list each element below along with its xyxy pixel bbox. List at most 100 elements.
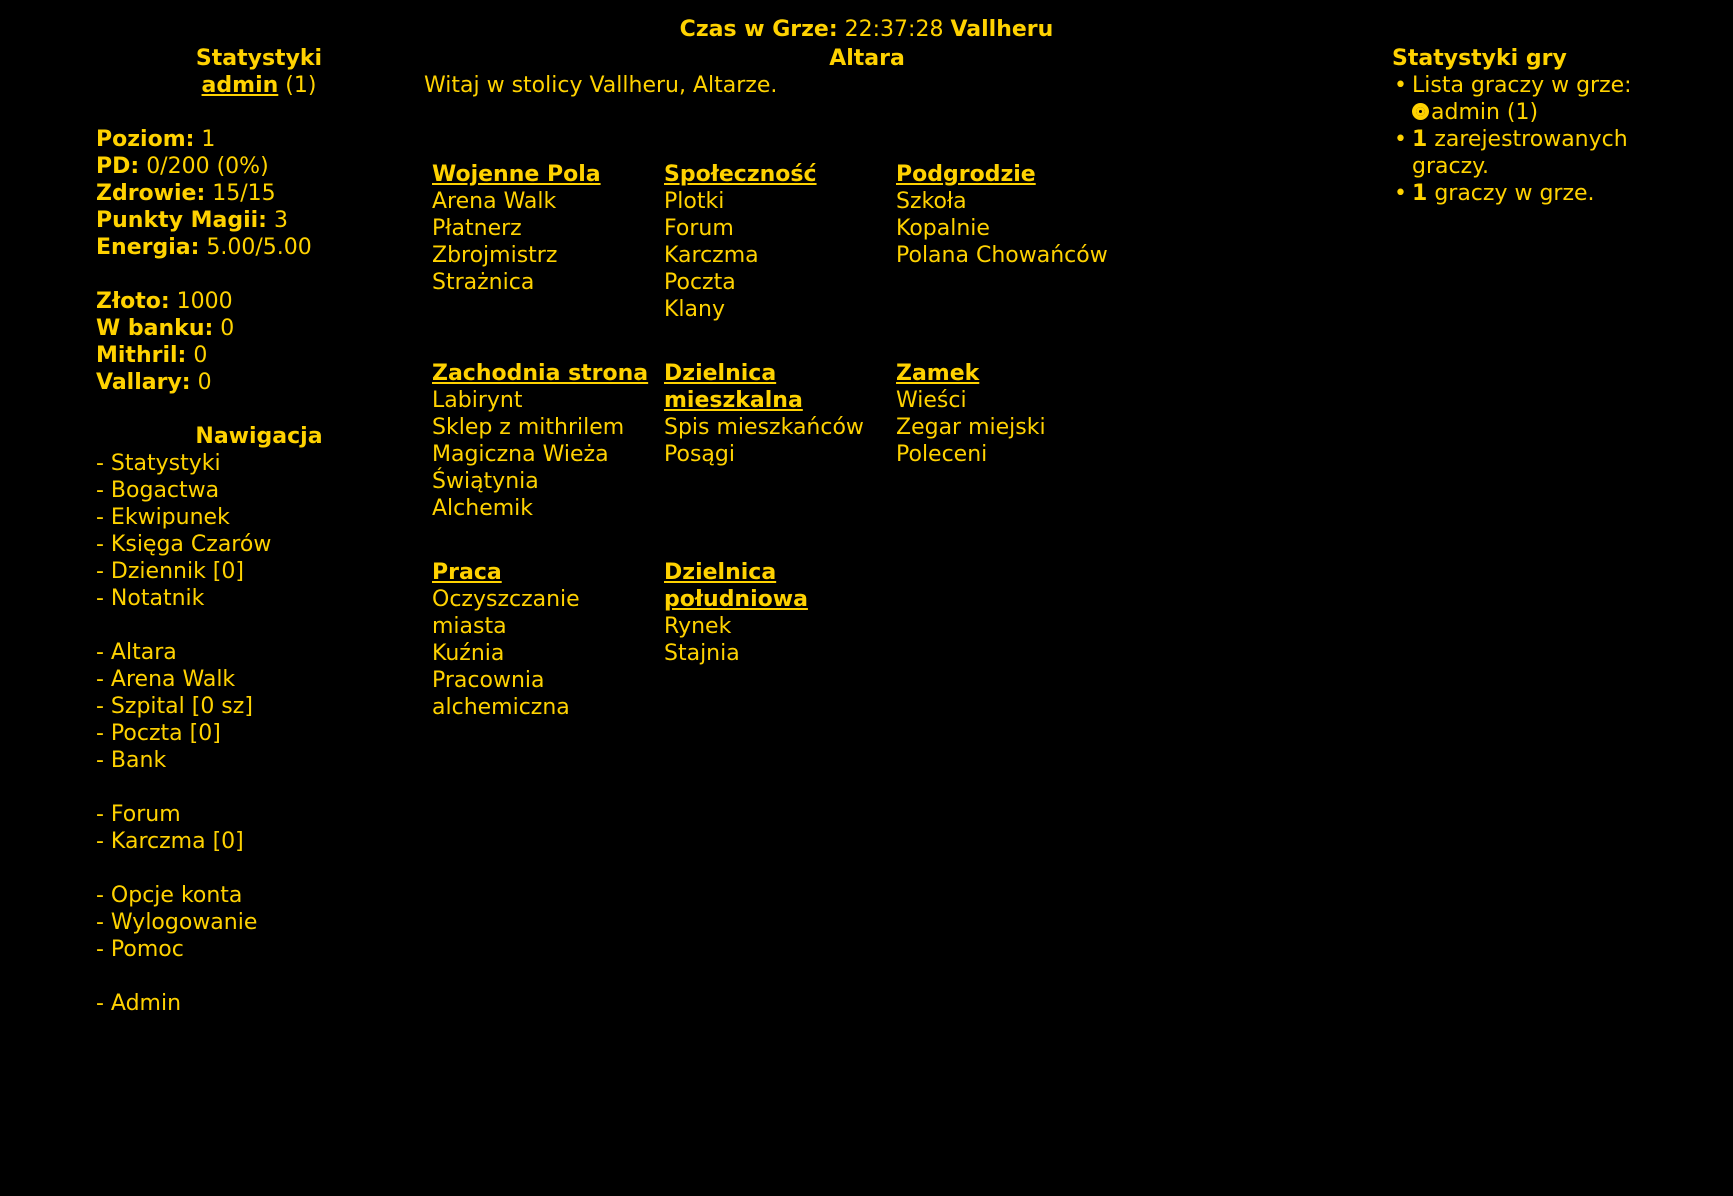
district-heading-link[interactable]: Praca xyxy=(432,559,657,586)
district-item-link[interactable]: Forum xyxy=(664,215,889,242)
stat-value: 15/15 xyxy=(212,181,276,206)
district-heading-link[interactable]: Zamek xyxy=(896,360,1121,387)
stats-heading: Statystyki xyxy=(195,46,323,71)
district-item-link[interactable]: Spis mieszkańców xyxy=(664,414,889,441)
district-item-link[interactable]: Wieści xyxy=(896,387,1121,414)
left-sidebar: Statystyki admin (1) Poziom: 1 PD: 0/200 … xyxy=(96,45,436,1017)
stat-label: Energia: xyxy=(96,235,200,260)
district-item-link[interactable]: Strażnica xyxy=(432,269,657,296)
district-item-link[interactable]: Magiczna Wieża xyxy=(432,441,657,468)
district-heading-link[interactable]: mieszkalna xyxy=(664,387,889,414)
district-block: Wojenne Pola Arena Walk Płatnerz Zbrojmistr… xyxy=(432,161,657,296)
district-item-link[interactable]: Poczta xyxy=(664,269,889,296)
online-player-link[interactable]: admin (1) xyxy=(1431,100,1538,125)
district-item-link[interactable]: Świątynia xyxy=(432,468,657,495)
stat-value: 0/200 (0%) xyxy=(146,154,269,179)
registered-count: 1 xyxy=(1412,127,1428,152)
player-line: admin (1) xyxy=(96,72,422,99)
stat-row: Energia: 5.00/5.00 xyxy=(96,234,436,261)
registered-text: zarejestrowanych xyxy=(1434,127,1628,152)
stat-value: 5.00/5.00 xyxy=(206,235,312,260)
district-item-link[interactable]: Płatnerz xyxy=(432,215,657,242)
district-heading-link[interactable]: Zachodnia strona xyxy=(432,360,657,387)
nav-link[interactable]: - Karczma [0] xyxy=(96,828,436,855)
district-heading-link[interactable]: Dzielnica xyxy=(664,360,889,387)
wealth-label: Mithril: xyxy=(96,343,187,368)
district-item-link[interactable]: Oczyszczanie xyxy=(432,586,657,613)
nav-link[interactable]: - Forum xyxy=(96,801,436,828)
stat-label: Zdrowie: xyxy=(96,181,206,206)
district-heading-link[interactable]: Wojenne Pola xyxy=(432,161,657,188)
registered-count-item: 1 zarejestrowanych graczy. xyxy=(1394,126,1720,180)
nav-link[interactable]: - Pomoc xyxy=(96,936,436,963)
nav-link[interactable]: - Szpital [0 sz] xyxy=(96,693,436,720)
navigation-menu: - Statystyki - Bogactwa - Ekwipunek - Księg… xyxy=(96,450,436,1017)
district-item-link[interactable]: Karczma xyxy=(664,242,889,269)
district-item-link[interactable]: Klany xyxy=(664,296,889,323)
wealth-row: Złoto: 1000 xyxy=(96,288,436,315)
world-name: Vallheru xyxy=(950,17,1054,42)
stat-label: PD: xyxy=(96,154,140,179)
district-item-link[interactable]: Kuźnia xyxy=(432,640,657,667)
time-label: Czas w Grze: xyxy=(679,17,838,42)
ingame-count: 1 xyxy=(1412,181,1428,206)
nav-link[interactable]: - Statystyki xyxy=(96,450,436,477)
nav-link[interactable]: - Wylogowanie xyxy=(96,909,436,936)
stat-row: Poziom: 1 xyxy=(96,126,436,153)
district-item-link[interactable]: Polana Chowańców xyxy=(896,242,1121,269)
stat-label: Poziom: xyxy=(96,127,195,152)
stat-label: Punkty Magii: xyxy=(96,208,267,233)
stat-row: Punkty Magii: 3 xyxy=(96,207,436,234)
ingame-count-item: 1 graczy w grze. xyxy=(1394,180,1720,207)
nav-link[interactable]: - Bank xyxy=(96,747,436,774)
player-name-link[interactable]: admin xyxy=(202,73,279,98)
district-block: Podgrodzie Szkoła Kopalnie Polana Chowańców xyxy=(896,161,1121,269)
district-item-link[interactable]: Alchemik xyxy=(432,495,657,522)
wealth-list: Złoto: 1000 W banku: 0 Mithril: 0 Vallary: … xyxy=(96,288,436,396)
district-item-link[interactable]: Stajnia xyxy=(664,640,889,667)
district-item-link[interactable]: Pracownia xyxy=(432,667,657,694)
nav-link[interactable]: - Arena Walk xyxy=(96,666,436,693)
player-id: (1) xyxy=(285,73,317,98)
district-item-link[interactable]: Rynek xyxy=(664,613,889,640)
district-item-link[interactable]: Kopalnie xyxy=(896,215,1121,242)
nav-link[interactable]: - Bogactwa xyxy=(96,477,436,504)
district-item-link[interactable]: Posągi xyxy=(664,441,889,468)
nav-link[interactable]: - Ekwipunek xyxy=(96,504,436,531)
ingame-text: graczy w grze. xyxy=(1434,181,1595,206)
district-item-link[interactable]: Plotki xyxy=(664,188,889,215)
welcome-text: Witaj w stolicy Vallheru, Altarze. xyxy=(424,73,778,98)
district-item-link[interactable]: Labirynt xyxy=(432,387,657,414)
stat-row: Zdrowie: 15/15 xyxy=(96,180,436,207)
district-heading-link[interactable]: Dzielnica xyxy=(664,559,889,586)
district-item-link[interactable]: Arena Walk xyxy=(432,188,657,215)
district-item-link[interactable]: Zbrojmistrz xyxy=(432,242,657,269)
nav-link[interactable]: - Opcje konta xyxy=(96,882,436,909)
district-item-link[interactable]: miasta xyxy=(432,613,657,640)
district-item-link[interactable]: Poleceni xyxy=(896,441,1121,468)
district-heading-link[interactable]: Podgrodzie xyxy=(896,161,1121,188)
district-item-link[interactable]: Zegar miejski xyxy=(896,414,1121,441)
district-item-link[interactable]: alchemiczna xyxy=(432,694,657,721)
district-heading-link[interactable]: południowa xyxy=(664,586,889,613)
nav-link[interactable]: - Dziennik [0] xyxy=(96,558,436,585)
nav-link[interactable]: - Księga Czarów xyxy=(96,531,436,558)
nav-link[interactable]: - Notatnik xyxy=(96,585,436,612)
wealth-row: W banku: 0 xyxy=(96,315,436,342)
district-item-link[interactable]: Sklep z mithrilem xyxy=(432,414,657,441)
stat-row: PD: 0/200 (0%) xyxy=(96,153,436,180)
nav-link[interactable]: - Admin xyxy=(96,990,436,1017)
nav-link[interactable]: - Poczta [0] xyxy=(96,720,436,747)
district-heading-link[interactable]: Społeczność xyxy=(664,161,889,188)
wealth-value: 1000 xyxy=(176,289,233,314)
main-content: Altara Witaj w stolicy Vallheru, Altarze… xyxy=(424,45,1314,720)
district-block: Dzielnica południowa Rynek Stajnia xyxy=(664,559,889,667)
wealth-row: Vallary: 0 xyxy=(96,369,436,396)
wealth-value: 0 xyxy=(197,370,212,395)
district-item-link[interactable]: Szkoła xyxy=(896,188,1121,215)
navigation-heading: Nawigacja xyxy=(195,424,323,449)
players-online-item: Lista graczy w grze: admin (1) xyxy=(1394,72,1720,126)
district-block: Zachodnia strona Labirynt Sklep z mithrile… xyxy=(432,360,657,522)
game-stats-list: Lista graczy w grze: admin (1) 1 zarejes… xyxy=(1390,72,1720,207)
nav-link[interactable]: - Altara xyxy=(96,639,436,666)
